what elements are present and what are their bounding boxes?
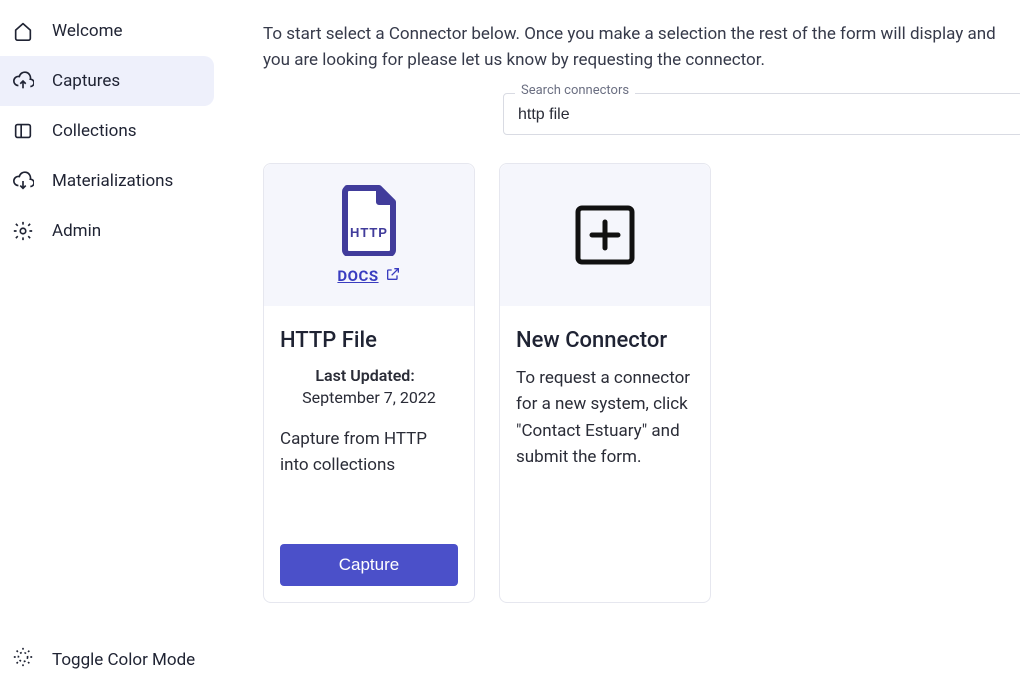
sidebar-item-label: Captures <box>52 71 120 91</box>
toggle-color-mode[interactable]: Toggle Color Mode <box>0 632 218 679</box>
cloud-upload-icon <box>12 70 34 92</box>
search-input[interactable] <box>503 93 1020 135</box>
gear-icon <box>12 220 34 242</box>
sidebar-item-label: Admin <box>52 221 101 241</box>
connector-card-new: New Connector To request a connector for… <box>499 163 711 603</box>
plus-icon <box>572 202 638 268</box>
sidebar-item-label: Collections <box>52 121 137 141</box>
sidebar-item-captures[interactable]: Captures <box>0 56 214 106</box>
sidebar-item-admin[interactable]: Admin <box>0 206 214 256</box>
last-updated-value: September 7, 2022 <box>302 388 436 407</box>
card-description: To request a connector for a new system,… <box>516 365 694 586</box>
sidebar-item-welcome[interactable]: Welcome <box>0 6 214 56</box>
http-file-icon: HTTP <box>337 184 401 256</box>
card-title: HTTP File <box>280 328 458 353</box>
external-link-icon <box>385 266 401 286</box>
sidebar-item-collections[interactable]: Collections <box>0 106 214 156</box>
capture-button[interactable]: Capture <box>280 544 458 586</box>
sidebar-item-materializations[interactable]: Materializations <box>0 156 214 206</box>
sidebar-item-label: Materializations <box>52 171 173 191</box>
last-updated-label: Last Updated: <box>315 366 414 385</box>
cards-grid: HTTP DOCS HTTP File Last Updated: <box>218 163 1020 603</box>
last-updated: Last Updated: September 7, 2022 <box>280 365 458 410</box>
toggle-color-mode-label: Toggle Color Mode <box>52 650 195 670</box>
card-description: Capture from HTTP into collections <box>280 426 458 526</box>
sun-icon <box>12 646 34 673</box>
home-icon <box>12 20 34 42</box>
main-area: To start select a Connector below. Once … <box>218 0 1020 679</box>
search-label: Search connectors <box>515 83 635 98</box>
sidebar: Welcome Captures Collections Materializa… <box>0 0 218 679</box>
database-icon <box>12 120 34 142</box>
search-wrap: Search connectors <box>503 93 1020 135</box>
card-title: New Connector <box>516 328 694 353</box>
cloud-download-icon <box>12 170 34 192</box>
card-head: HTTP DOCS <box>264 164 474 306</box>
docs-link[interactable]: DOCS <box>337 266 400 286</box>
card-head <box>500 164 710 306</box>
docs-link-label: DOCS <box>337 267 378 285</box>
http-icon-text: HTTP <box>350 225 388 240</box>
connector-card-http-file: HTTP DOCS HTTP File Last Updated: <box>263 163 475 603</box>
intro-text: To start select a Connector below. Once … <box>218 22 1020 73</box>
sidebar-item-label: Welcome <box>52 21 123 41</box>
